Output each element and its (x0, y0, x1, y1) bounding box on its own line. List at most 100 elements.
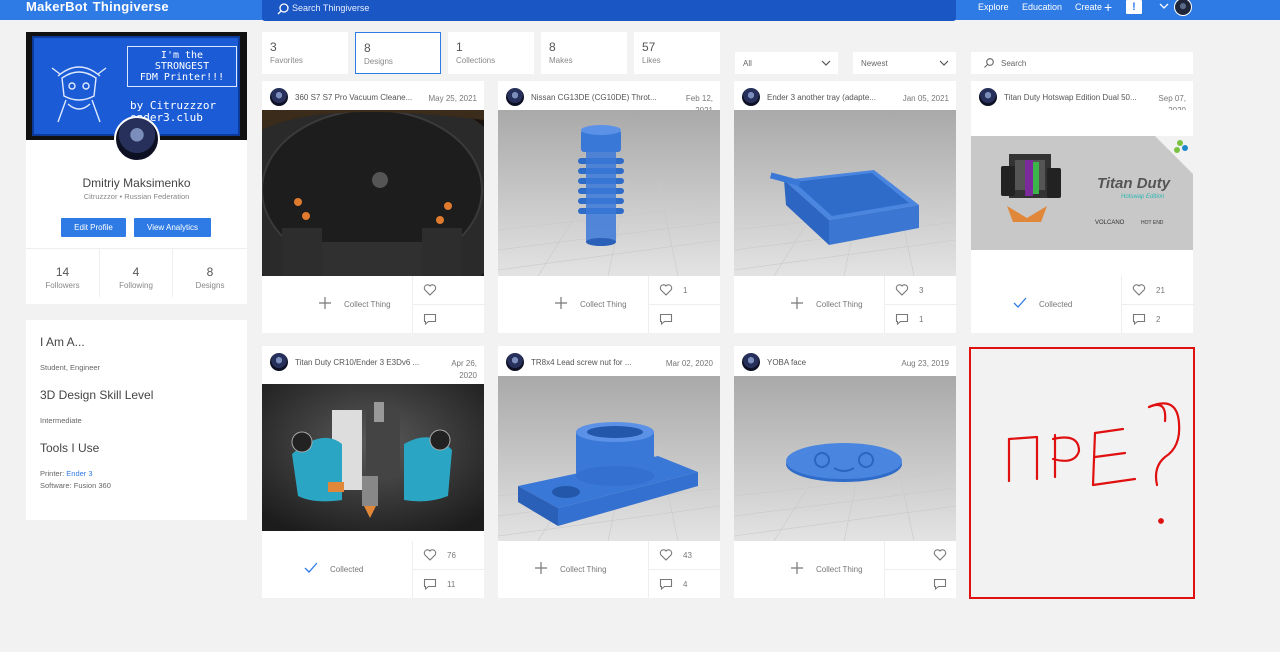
comment-button[interactable] (885, 569, 957, 597)
thing-image[interactable]: Titan Duty Hotswap Edition VOLCANO HOT E… (971, 110, 1193, 276)
thing-title[interactable]: Titan Duty CR10/Ender 3 E3Dv6 ... (295, 358, 445, 367)
site-search-bar[interactable]: Search Thingiverse (262, 0, 956, 21)
thing-image[interactable] (498, 110, 720, 276)
collected-button[interactable]: Collected (971, 276, 1121, 333)
creator-avatar[interactable] (270, 88, 288, 106)
tab-collections[interactable]: 1 Collections (448, 32, 534, 74)
heart-icon (659, 549, 673, 561)
nav-create[interactable]: Create (1075, 2, 1102, 12)
plus-icon (535, 562, 547, 574)
thing-title[interactable]: Titan Duty Hotswap Edition Dual 50... (1004, 93, 1154, 102)
about-heading-tools: Tools I Use (40, 441, 100, 455)
thing-image[interactable] (262, 384, 484, 531)
creator-avatar[interactable] (506, 353, 524, 371)
creator-avatar[interactable] (270, 353, 288, 371)
thing-card[interactable]: TR8x4 Lead screw nut for ... Mar 02, 202… (498, 346, 721, 598)
tab-favorites[interactable]: 3 Favorites (262, 32, 348, 74)
creator-avatar[interactable] (506, 88, 524, 106)
collected-button[interactable]: Collected (262, 541, 412, 598)
thing-card[interactable]: Nissan CG13DE (CG10DE) Throt... Feb 12, … (498, 81, 721, 333)
stat-designs[interactable]: 8 Designs (172, 249, 247, 297)
edit-profile-button[interactable]: Edit Profile (61, 218, 126, 237)
card-footer: Collect Thing (734, 541, 957, 598)
thing-date: Jan 05, 2021 (902, 94, 949, 103)
thing-title[interactable]: Ender 3 another tray (adapte... (767, 93, 917, 102)
create-plus-icon[interactable]: + (1104, 0, 1112, 15)
thing-card[interactable]: Ender 3 another tray (adapte... Jan 05, … (734, 81, 957, 333)
like-button[interactable] (885, 541, 957, 569)
like-button[interactable]: 21 (1122, 276, 1194, 304)
logo-makerbot: MakerBot (26, 0, 88, 14)
nav-education[interactable]: Education (1022, 2, 1062, 12)
comment-icon (933, 578, 947, 591)
titan-brand-text: Titan Duty (1097, 175, 1171, 192)
stat-followers[interactable]: 14 Followers (26, 249, 99, 297)
user-avatar[interactable] (1174, 0, 1192, 16)
thing-image[interactable] (734, 110, 956, 276)
comment-count: 4 (683, 580, 688, 589)
profile-card: I'm the STRONGEST FDM Printer!!! by Citr… (26, 32, 247, 304)
tab-likes[interactable]: 57 Likes (634, 32, 720, 74)
nav-explore[interactable]: Explore (978, 2, 1009, 12)
comment-button[interactable]: 1 (885, 304, 957, 332)
thing-image[interactable] (498, 376, 720, 541)
heart-icon (423, 549, 437, 561)
comment-button[interactable] (413, 304, 485, 332)
comment-button[interactable]: 11 (413, 569, 485, 597)
thing-card[interactable]: YOBA face Aug 23, 2019 Collect Thing (734, 346, 957, 598)
alert-icon[interactable]: ! (1126, 0, 1142, 14)
collect-button[interactable]: Collect Thing (734, 541, 884, 598)
chevron-down-icon (821, 60, 831, 66)
stat-following[interactable]: 4 Following (99, 249, 172, 297)
thing-image[interactable] (262, 110, 484, 276)
thing-title[interactable]: Nissan CG13DE (CG10DE) Throt... (531, 93, 681, 102)
like-button[interactable]: 76 (413, 541, 485, 569)
comment-count: 1 (919, 315, 924, 324)
collect-button[interactable]: Collect Thing (262, 276, 412, 333)
thing-title[interactable]: YOBA face (767, 358, 917, 367)
tab-count: 3 (270, 40, 277, 54)
collect-label: Collected (330, 565, 364, 574)
comment-button[interactable]: 2 (1122, 304, 1194, 332)
thing-card[interactable]: Titan Duty Hotswap Edition Dual 50... Se… (971, 81, 1194, 333)
like-button[interactable] (413, 276, 485, 304)
chevron-down-icon[interactable] (1158, 0, 1170, 12)
tab-makes[interactable]: 8 Makes (541, 32, 627, 74)
thing-title[interactable]: TR8x4 Lead screw nut for ... (531, 358, 681, 367)
collect-button[interactable]: Collect Thing (498, 276, 648, 333)
creator-avatar[interactable] (979, 88, 997, 106)
printer-link[interactable]: Ender 3 (66, 469, 92, 478)
heart-icon (659, 284, 673, 296)
thing-title[interactable]: 360 S7 S7 Pro Vacuum Cleane... (295, 93, 445, 102)
tab-label: Collections (456, 56, 496, 65)
sort-select[interactable]: Newest (853, 52, 956, 74)
like-button[interactable]: 3 (885, 276, 957, 304)
creator-avatar[interactable] (742, 88, 760, 106)
thing-card[interactable]: 360 S7 S7 Pro Vacuum Cleane... May 25, 2… (262, 81, 485, 333)
type-filter-select[interactable]: All (735, 52, 838, 74)
comment-button[interactable] (649, 304, 721, 332)
comment-icon (1132, 313, 1146, 326)
like-count: 76 (447, 551, 456, 560)
profile-avatar[interactable] (114, 116, 160, 162)
comment-button[interactable]: 4 (649, 569, 721, 597)
plus-icon (791, 562, 803, 574)
thing-card[interactable]: Titan Duty CR10/Ender 3 E3Dv6 ... Apr 26… (262, 346, 485, 598)
collect-label: Collect Thing (816, 300, 863, 309)
profile-subtitle: Citruzzzor • Russian Federation (83, 192, 190, 201)
like-button[interactable]: 1 (649, 276, 721, 304)
thing-image[interactable] (734, 376, 956, 541)
thing-date: Aug 23, 2019 (901, 359, 949, 368)
tab-designs[interactable]: 8 Designs (355, 32, 441, 74)
creator-avatar[interactable] (742, 353, 760, 371)
about-printer: Printer: Ender 3 (40, 469, 93, 478)
designs-search-input[interactable]: Search (971, 52, 1193, 74)
view-analytics-button[interactable]: View Analytics (134, 218, 211, 237)
about-skill-level: Intermediate (40, 416, 82, 425)
heart-icon (423, 284, 437, 296)
collect-button[interactable]: Collect Thing (498, 541, 648, 598)
collect-button[interactable]: Collect Thing (734, 276, 884, 333)
top-nav-bar: MakerBot Thingiverse Search Thingiverse E… (0, 0, 1280, 21)
like-button[interactable]: 43 (649, 541, 721, 569)
site-logo[interactable]: MakerBot Thingiverse (26, 0, 169, 14)
